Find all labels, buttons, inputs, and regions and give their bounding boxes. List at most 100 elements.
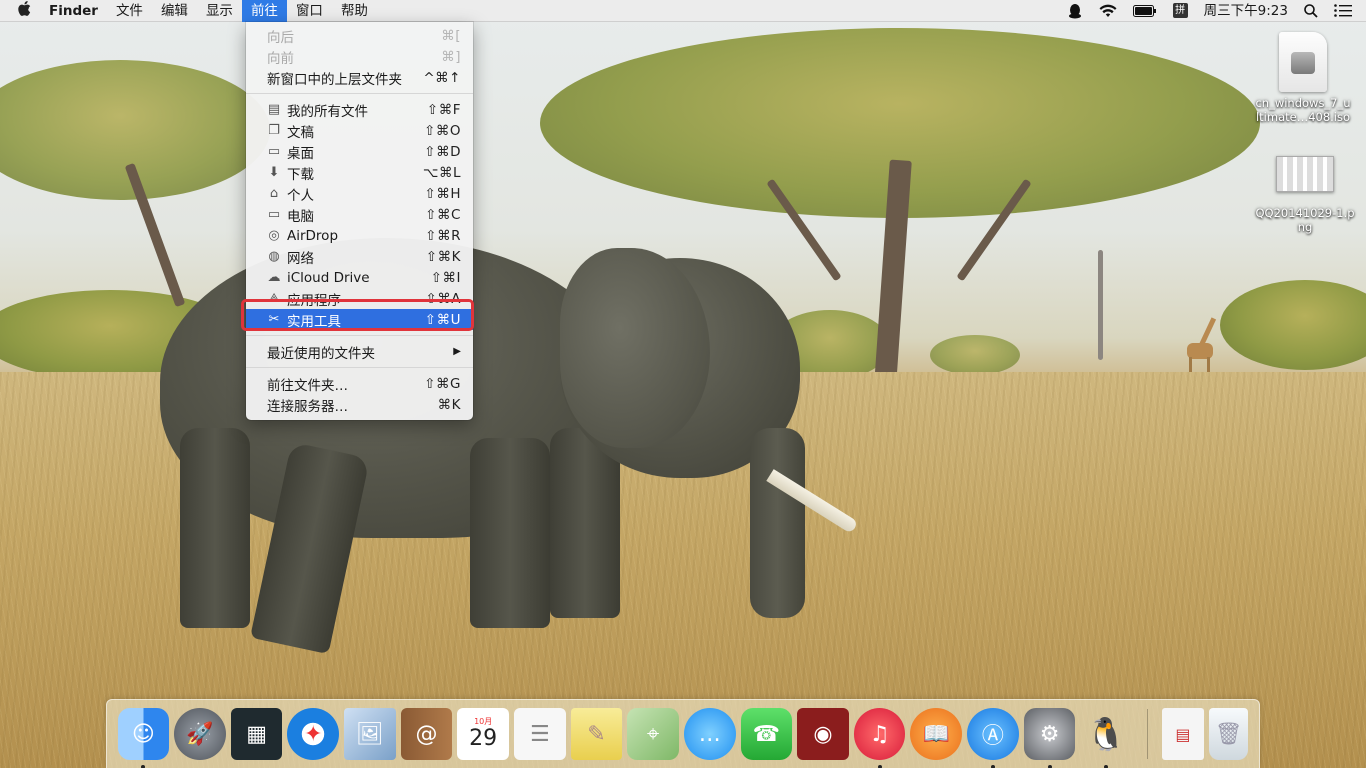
menu-item-recent-folders[interactable]: 最近使用的文件夹 ▶ — [246, 341, 473, 362]
notification-center-icon[interactable] — [1326, 0, 1366, 22]
menu-item-computer[interactable]: ▭ 电脑 ⇧⌘C — [246, 204, 473, 225]
menu-item-documents[interactable]: ❐ 文稿 ⇧⌘O — [246, 120, 473, 141]
dock-messages-icon[interactable]: … — [683, 708, 736, 760]
dock-divider — [1146, 709, 1148, 759]
menu-item-back[interactable]: 向后 ⌘[ — [246, 25, 473, 46]
dock-mission-control-icon[interactable]: ▦ — [230, 708, 283, 760]
desktop-file-png[interactable]: QQ20141029-1.p ng — [1250, 156, 1360, 234]
menu-item-icloud-drive[interactable]: ☁ iCloud Drive ⇧⌘I — [246, 267, 473, 288]
menu-item-label: 实用工具 — [287, 313, 341, 330]
dock: ☺ 🚀 ▦ ✦ 🖼 @ 10月 29 ☰ ✎ ⌖ … ☎ ◉ ♫ 📖 Ⓐ ⚙ 🐧… — [106, 699, 1260, 768]
menu-item-network[interactable]: ◍ 网络 ⇧⌘K — [246, 246, 473, 267]
dock-qq-icon[interactable]: 🐧 — [1080, 708, 1132, 768]
applications-icon: ⟁ — [268, 291, 280, 306]
menu-item-all-my-files[interactable]: ▤ 我的所有文件 ⇧⌘F — [246, 99, 473, 120]
menu-item-shortcut: ⌥⌘L — [422, 164, 461, 181]
dock-app-store-icon[interactable]: Ⓐ — [967, 708, 1019, 768]
menu-item-label: 最近使用的文件夹 — [267, 345, 375, 362]
menu-item-connect-to-server[interactable]: 连接服务器… ⌘K — [246, 394, 473, 415]
menu-item-shortcut: ⇧⌘A — [425, 290, 461, 307]
menu-go[interactable]: 前往 — [241, 0, 287, 22]
menu-item-forward[interactable]: 向前 ⌘] — [246, 46, 473, 67]
dock-ibooks-icon[interactable]: 📖 — [910, 708, 963, 760]
menu-item-airdrop[interactable]: ◎ AirDrop ⇧⌘R — [246, 225, 473, 246]
menu-item-shortcut: ⇧⌘F — [426, 101, 461, 118]
dock-safari-icon[interactable]: ✦ — [287, 708, 340, 760]
dock-reminders-icon[interactable]: ☰ — [513, 708, 566, 760]
menu-item-shortcut: ⌘] — [441, 48, 461, 65]
computer-icon: ▭ — [267, 207, 281, 222]
menu-item-enclosing-folder[interactable]: 新窗口中的上层文件夹 ^⌘↑ — [246, 67, 473, 88]
dock-contacts-icon[interactable]: @ — [400, 708, 453, 760]
menu-item-shortcut: ^⌘↑ — [423, 69, 461, 86]
apple-menu[interactable] — [0, 0, 41, 22]
menu-window[interactable]: 窗口 — [287, 0, 332, 22]
menu-item-shortcut: ⇧⌘U — [424, 311, 461, 328]
menu-item-label: iCloud Drive — [287, 269, 370, 286]
menu-item-label: 应用程序 — [287, 292, 341, 309]
menu-item-label: 向前 — [267, 50, 294, 67]
menu-item-shortcut: ⇧⌘R — [425, 227, 461, 244]
app-menu-finder[interactable]: Finder — [41, 0, 107, 22]
menu-item-downloads[interactable]: ⬇ 下载 ⌥⌘L — [246, 162, 473, 183]
dock-calendar-icon[interactable]: 10月 29 — [457, 708, 509, 760]
menu-file[interactable]: 文件 — [107, 0, 152, 22]
menu-item-applications[interactable]: ⟁ 应用程序 ⇧⌘A — [246, 288, 473, 309]
dock-maps-icon[interactable]: ⌖ — [627, 708, 679, 760]
go-menu-dropdown: 向后 ⌘[ 向前 ⌘] 新窗口中的上层文件夹 ^⌘↑ ▤ 我的所有文件 ⇧⌘F ❐ 文稿 ⇧⌘… — [246, 22, 473, 420]
dock-preview-icon[interactable]: 🖼 — [344, 708, 396, 760]
menu-edit[interactable]: 编辑 — [152, 0, 197, 22]
battery-icon[interactable] — [1125, 0, 1165, 22]
menu-item-label: 我的所有文件 — [287, 103, 368, 120]
menu-item-shortcut: ⇧⌘G — [424, 375, 461, 392]
dock-document-icon[interactable]: ▤ — [1162, 708, 1204, 760]
menu-item-label: 个人 — [287, 187, 314, 204]
desktop-file-iso[interactable]: cn_windows_7_u ltimate…408.iso — [1248, 32, 1358, 124]
status-area: 拼 周三下午9:23 — [1059, 0, 1366, 22]
menu-item-label: 文稿 — [287, 124, 314, 141]
menu-separator — [246, 367, 473, 368]
all-files-icon: ▤ — [267, 102, 281, 117]
menu-item-label: 向后 — [267, 29, 294, 46]
dock-launchpad-icon[interactable]: 🚀 — [174, 708, 226, 760]
menu-item-label: 连接服务器… — [267, 398, 348, 415]
menu-separator — [246, 335, 473, 336]
menu-item-shortcut: ⇧⌘D — [424, 143, 461, 160]
menu-item-home[interactable]: ⌂ 个人 ⇧⌘H — [246, 183, 473, 204]
dock-system-preferences-icon[interactable]: ⚙ — [1023, 708, 1076, 768]
menu-item-label: 网络 — [287, 250, 314, 267]
wifi-icon[interactable] — [1091, 0, 1125, 22]
spotlight-search-icon[interactable] — [1296, 0, 1326, 22]
dock-facetime-icon[interactable]: ☎ — [740, 708, 793, 760]
menu-item-label: 桌面 — [287, 145, 314, 162]
menu-item-utilities[interactable]: ✂ 实用工具 ⇧⌘U — [246, 309, 473, 330]
dock-photo-booth-icon[interactable]: ◉ — [797, 708, 849, 760]
icloud-icon: ☁ — [267, 270, 281, 285]
dock-notes-icon[interactable]: ✎ — [570, 708, 623, 760]
airdrop-icon: ◎ — [268, 228, 280, 243]
dock-itunes-icon[interactable]: ♫ — [853, 708, 906, 768]
dock-finder-icon[interactable]: ☺ — [117, 708, 170, 768]
file-name-line1: QQ20141029-1.p — [1255, 206, 1355, 220]
downloads-icon: ⬇ — [268, 165, 280, 180]
menu-help[interactable]: 帮助 — [332, 0, 377, 22]
menu-item-shortcut: ⇧⌘K — [425, 248, 461, 265]
dock-trash-icon[interactable]: 🗑 — [1208, 708, 1249, 760]
menu-view[interactable]: 显示 — [197, 0, 242, 22]
clock[interactable]: 周三下午9:23 — [1196, 0, 1296, 22]
menu-item-label: 新窗口中的上层文件夹 — [267, 71, 402, 88]
desktop-icon: ▭ — [267, 144, 281, 159]
menu-item-go-to-folder[interactable]: 前往文件夹… ⇧⌘G — [246, 373, 473, 394]
giraffe — [1185, 315, 1217, 375]
menu-item-shortcut: ⇧⌘I — [430, 269, 461, 286]
submenu-arrow-icon: ▶ — [453, 346, 461, 357]
input-method-icon[interactable]: 拼 — [1165, 0, 1196, 22]
utilities-icon: ✂ — [268, 312, 280, 327]
qq-status-icon[interactable] — [1059, 0, 1091, 22]
menu-item-label: 下载 — [287, 166, 314, 183]
menu-item-desktop[interactable]: ▭ 桌面 ⇧⌘D — [246, 141, 473, 162]
file-name-line2: ng — [1297, 220, 1313, 234]
image-file-icon — [1276, 156, 1334, 192]
desktop-wallpaper — [0, 0, 1366, 768]
menu-item-shortcut: ⇧⌘O — [424, 122, 461, 139]
